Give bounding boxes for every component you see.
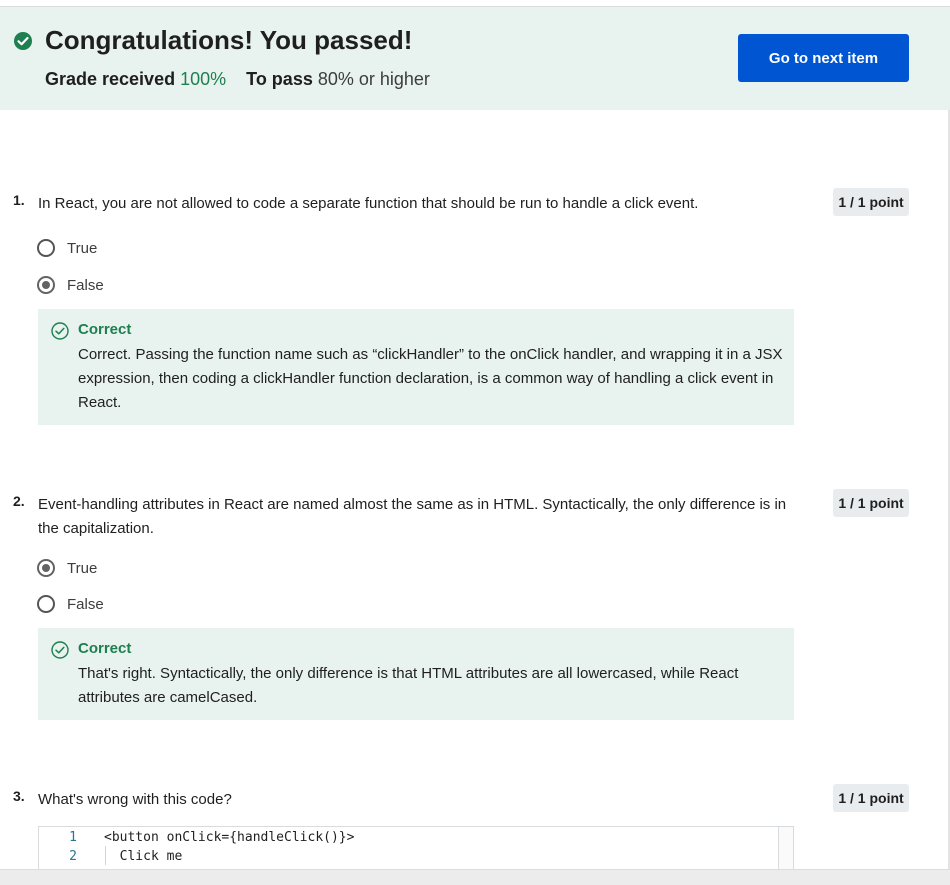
option-false[interactable]: False xyxy=(37,274,104,296)
grade-label: Grade received xyxy=(45,69,176,89)
feedback-correct: Correct That's right. Syntactically, the… xyxy=(38,628,794,720)
option-label: False xyxy=(67,276,104,294)
line-number: 1 xyxy=(69,830,77,845)
question-text: Event-handling attributes in React are n… xyxy=(38,496,787,537)
check-circle-outline-icon xyxy=(51,322,69,340)
banner-title: Congratulations! You passed! xyxy=(45,25,413,55)
check-circle-icon xyxy=(14,32,32,50)
top-divider xyxy=(0,0,950,7)
points-badge: 1 / 1 point xyxy=(833,489,909,517)
radio-button[interactable] xyxy=(37,239,55,257)
feedback-text: That's right. Syntactically, the only di… xyxy=(78,665,739,706)
question-text: In React, you are not allowed to code a … xyxy=(38,195,699,212)
grade-summary: Grade received 100% To pass 80% or highe… xyxy=(45,69,430,90)
question-number: 2. xyxy=(13,493,25,509)
grade-value: 100% xyxy=(180,69,227,89)
go-to-next-item-button[interactable]: Go to next item xyxy=(738,34,909,82)
result-banner: Congratulations! You passed! Grade recei… xyxy=(0,7,950,110)
option-true[interactable]: True xyxy=(37,557,97,579)
points-badge: 1 / 1 point xyxy=(833,784,909,812)
code-text: <button onClick={handleClick()}> xyxy=(104,830,355,845)
option-label: True xyxy=(67,559,98,577)
feedback-title: Correct xyxy=(78,321,132,338)
code-block: 1 <button onClick={handleClick()}> 2 Cli… xyxy=(38,826,794,871)
option-true[interactable]: True xyxy=(37,237,97,259)
feedback-correct: Correct Correct. Passing the function na… xyxy=(38,309,794,425)
radio-button-selected[interactable] xyxy=(37,276,55,294)
pass-value: 80% or higher xyxy=(317,69,430,89)
question-text: What's wrong with this code? xyxy=(38,791,232,808)
pass-label: To pass xyxy=(246,69,313,89)
question-number: 1. xyxy=(13,192,25,208)
check-circle-outline-icon xyxy=(51,641,69,659)
radio-button[interactable] xyxy=(37,595,55,613)
code-scrollbar[interactable] xyxy=(778,827,793,871)
feedback-text: Correct. Passing the function name such … xyxy=(78,346,783,411)
option-label: False xyxy=(67,595,104,613)
feedback-title: Correct xyxy=(78,640,132,657)
line-number: 2 xyxy=(69,849,77,864)
question-number: 3. xyxy=(13,788,25,804)
option-label: True xyxy=(67,239,98,257)
radio-button-selected[interactable] xyxy=(37,559,55,577)
option-false[interactable]: False xyxy=(37,593,104,615)
horizontal-scrollbar[interactable] xyxy=(0,869,950,885)
code-text: Click me xyxy=(104,849,183,864)
points-badge: 1 / 1 point xyxy=(833,188,909,216)
